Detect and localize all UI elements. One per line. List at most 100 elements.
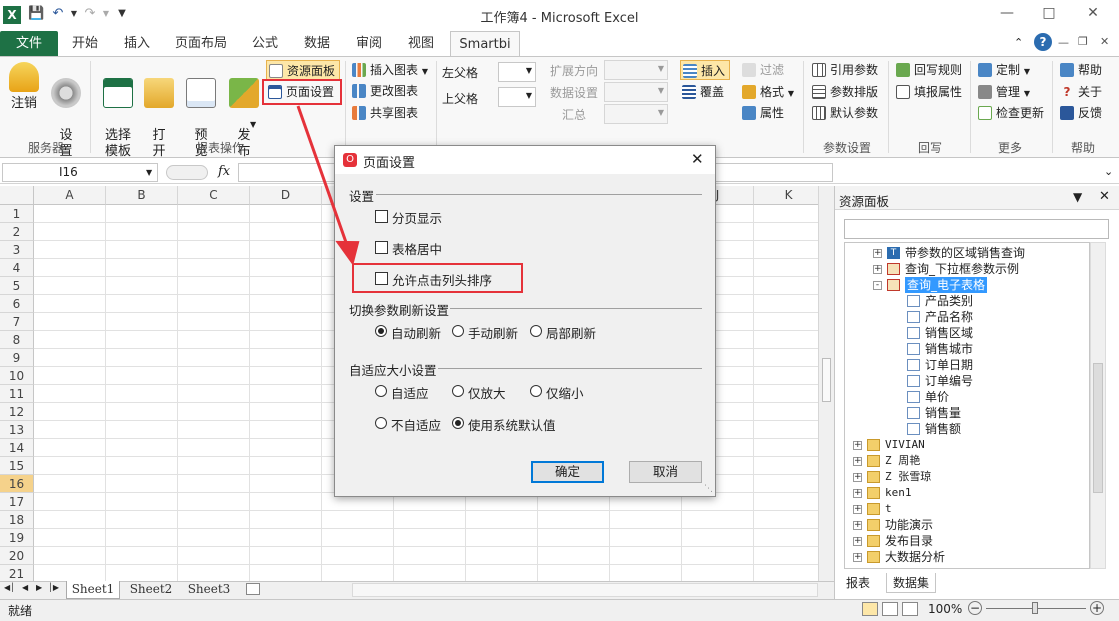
tree-folder-item[interactable]: + 发布目录 (845, 533, 1089, 549)
expand-icon[interactable]: + (853, 457, 862, 466)
tree-folder-item[interactable]: + Z 周艳 (845, 453, 1089, 469)
row-header[interactable]: 12 (0, 403, 34, 421)
row-header[interactable]: 9 (0, 349, 34, 367)
expand-formula-icon[interactable]: ⌄ (1104, 165, 1113, 178)
name-box[interactable]: I16 (2, 163, 158, 182)
row-header[interactable]: 3 (0, 241, 34, 259)
format-button[interactable]: 格式 ▼ (740, 82, 796, 102)
expand-direction-select[interactable]: ▼ (604, 60, 668, 80)
tree-folder-item[interactable]: + 功能演示 (845, 517, 1089, 533)
panel-close-icon[interactable]: ✕ (1099, 189, 1110, 204)
sheet-tab-sheet3[interactable]: Sheet3 (182, 581, 236, 599)
zoom-out-icon[interactable]: − (968, 601, 982, 615)
tab-insert[interactable]: 插入 (114, 31, 160, 56)
enlarge-only-radio[interactable] (452, 385, 464, 397)
row-header[interactable]: 1 (0, 205, 34, 223)
maximize-button[interactable]: □ (1034, 5, 1064, 25)
expand-icon[interactable]: + (853, 537, 862, 546)
row-header[interactable]: 18 (0, 511, 34, 529)
paged-display-checkbox[interactable] (375, 210, 388, 223)
expand-icon[interactable]: + (853, 489, 862, 498)
expand-icon[interactable]: + (853, 505, 862, 514)
resource-panel-button[interactable]: 资源面板 (266, 60, 340, 80)
row-header[interactable]: 17 (0, 493, 34, 511)
tree-vertical-scrollbar[interactable] (1090, 242, 1106, 569)
tree-field-item[interactable]: 销售量 (845, 405, 1089, 421)
normal-view-icon[interactable] (862, 602, 878, 616)
publish-button[interactable]: 发 布 (226, 62, 262, 159)
restore-window-icon[interactable]: ❐ (1078, 35, 1088, 48)
table-center-checkbox[interactable] (375, 241, 388, 254)
row-header[interactable]: 10 (0, 367, 34, 385)
panel-menu-icon[interactable]: ▼ (1073, 190, 1082, 204)
tree-query-item[interactable]: + T 带参数的区域销售查询 (845, 245, 1089, 261)
ref-param-button[interactable]: 引用参数 (810, 60, 884, 80)
column-header[interactable]: A (34, 186, 106, 205)
cancel-button[interactable]: 取消 (629, 461, 702, 483)
panel-tab-reports[interactable]: 报表 (840, 573, 876, 593)
feedback-button[interactable]: 反馈 (1058, 103, 1116, 123)
tree-field-item[interactable]: 产品名称 (845, 309, 1089, 325)
sheet-nav-next-icon[interactable]: ▶ (36, 583, 42, 592)
column-header[interactable]: B (106, 186, 178, 205)
row-header[interactable]: 16 (0, 475, 34, 493)
open-button[interactable]: 打 开 (142, 62, 176, 159)
row-header[interactable]: 13 (0, 421, 34, 439)
about-button[interactable]: ? 关于 (1058, 82, 1116, 102)
zoom-slider[interactable] (986, 602, 1086, 614)
tree-field-item[interactable]: 销售城市 (845, 341, 1089, 357)
row-header[interactable]: 4 (0, 259, 34, 277)
sheet-nav-prev-icon[interactable]: ◀ (22, 583, 28, 592)
column-header[interactable]: K (754, 186, 824, 205)
insert-mode-button[interactable]: 插入 (680, 60, 730, 80)
row-header[interactable]: 8 (0, 331, 34, 349)
tree-folder-item[interactable]: + 大数据分析 (845, 549, 1089, 565)
sheet-nav-first-icon[interactable]: ◀│ (4, 583, 15, 592)
column-header[interactable]: C (178, 186, 250, 205)
name-box-dropdown-icon[interactable]: ▼ (146, 168, 152, 177)
tab-home[interactable]: 开始 (62, 31, 108, 56)
logout-button[interactable]: 注销 (6, 62, 42, 136)
expand-icon[interactable]: + (853, 521, 862, 530)
sheet-tab-sheet2[interactable]: Sheet2 (124, 581, 178, 599)
expand-icon[interactable]: + (873, 265, 882, 274)
minimize-button[interactable]: — (992, 5, 1022, 25)
settings-button[interactable]: 设 置 (48, 62, 84, 159)
tree-field-item[interactable]: 销售额 (845, 421, 1089, 437)
partial-refresh-radio[interactable] (530, 325, 542, 337)
close-workbook-icon[interactable]: ✕ (1100, 35, 1109, 48)
tree-folder-item[interactable]: + Z 张雪琼 (845, 469, 1089, 485)
tree-folder-item[interactable]: + ken1 (845, 485, 1089, 501)
row-header[interactable]: 2 (0, 223, 34, 241)
zoom-level[interactable]: 100% (928, 602, 962, 616)
summary-select[interactable]: ▼ (604, 104, 668, 124)
no-adapt-radio[interactable] (375, 417, 387, 429)
manage-button[interactable]: 管理 ▼ (976, 82, 1046, 102)
manual-refresh-radio[interactable] (452, 325, 464, 337)
close-button[interactable]: ✕ (1078, 5, 1108, 25)
expand-icon[interactable]: + (853, 553, 862, 562)
expand-icon[interactable]: + (853, 473, 862, 482)
dialog-close-icon[interactable]: ✕ (691, 150, 704, 168)
expand-icon[interactable]: + (873, 249, 882, 258)
row-header[interactable]: 14 (0, 439, 34, 457)
page-break-view-icon[interactable] (902, 602, 918, 616)
zoom-in-icon[interactable]: + (1090, 601, 1104, 615)
tree-query-item[interactable]: + 查询_下拉框参数示例 (845, 261, 1089, 277)
vertical-scrollbar[interactable] (818, 186, 834, 581)
restore-icon[interactable]: — (1058, 36, 1069, 49)
data-setting-select[interactable]: ▼ (604, 82, 668, 102)
tree-field-item[interactable]: 单价 (845, 389, 1089, 405)
check-update-button[interactable]: 检查更新 (976, 103, 1048, 123)
insert-chart-button[interactable]: 插入图表 ▼ (350, 60, 432, 80)
tree-query-item[interactable]: - 查询_电子表格 (845, 277, 1089, 293)
row-header[interactable]: 19 (0, 529, 34, 547)
row-header[interactable]: 7 (0, 313, 34, 331)
sheet-nav-last-icon[interactable]: │▶ (48, 583, 59, 592)
writeback-rule-button[interactable]: 回写规则 (894, 60, 966, 80)
panel-tab-datasets[interactable]: 数据集 (886, 573, 936, 593)
row-header[interactable]: 5 (0, 277, 34, 295)
tab-data[interactable]: 数据 (296, 31, 338, 56)
resource-tree[interactable]: + T 带参数的区域销售查询 + 查询_下拉框参数示例 - 查询_电子表格 产品类别 产品名称销… (844, 242, 1090, 569)
preview-button[interactable]: 预 览 (184, 62, 218, 159)
